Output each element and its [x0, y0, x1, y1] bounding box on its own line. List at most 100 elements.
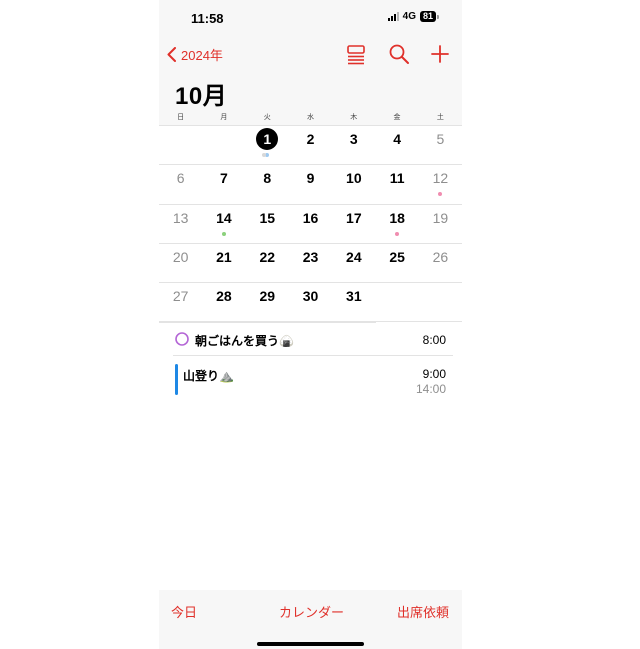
- day-number: 1: [256, 128, 279, 150]
- day-number: 27: [172, 288, 189, 305]
- status-indicators: 4G 81: [387, 11, 439, 22]
- signal-icon: [387, 12, 399, 21]
- add-icon[interactable]: [429, 43, 451, 65]
- month-title: 10月: [175, 83, 228, 110]
- day-number: 12: [432, 170, 449, 187]
- bottom-toolbar: 今日 カレンダー 出席依頼: [159, 590, 462, 649]
- battery-cap: [437, 14, 439, 19]
- reminder-circle-icon[interactable]: [175, 332, 189, 346]
- day-cell[interactable]: 19: [419, 207, 462, 229]
- weekday-label: 月: [220, 114, 228, 121]
- day-number: 21: [216, 248, 232, 265]
- weekday-label: 水: [306, 114, 314, 121]
- weekday-label: 金: [393, 114, 401, 121]
- week-divider: [159, 242, 462, 244]
- day-number: 25: [389, 248, 405, 265]
- day-cell[interactable]: 5: [419, 128, 462, 150]
- day-number: 29: [259, 288, 276, 305]
- day-number: 13: [172, 209, 189, 226]
- home-indicator: [257, 642, 364, 646]
- day-cell[interactable]: 16: [289, 207, 332, 229]
- day-cell[interactable]: 10: [332, 167, 375, 189]
- week-divider: [159, 282, 462, 284]
- day-number: 22: [259, 248, 276, 265]
- day-cell[interactable]: 9: [289, 167, 332, 189]
- day-cell[interactable]: 27: [159, 285, 202, 307]
- day-cell[interactable]: 3: [332, 128, 375, 150]
- day-number: 14: [216, 209, 232, 226]
- day-number: 7: [220, 170, 228, 187]
- day-cell[interactable]: 18: [376, 207, 419, 229]
- status-time: 11:58: [191, 11, 224, 26]
- day-cell[interactable]: 25: [376, 246, 419, 268]
- back-label: 2024年: [181, 48, 223, 63]
- day-cell[interactable]: 13: [159, 207, 202, 229]
- day-number: 19: [432, 209, 449, 226]
- day-number: 16: [302, 209, 319, 226]
- day-cell[interactable]: 8: [246, 167, 289, 189]
- battery-icon: 81: [419, 11, 436, 22]
- day-cell[interactable]: 17: [332, 207, 375, 229]
- day-cell[interactable]: 30: [289, 285, 332, 307]
- event-dot: [395, 231, 400, 236]
- calendar-screen: 11:58 4G 81 2024年 10月 日 月 火 水 木 金 土 12 3…: [159, 0, 462, 649]
- day-number: 2: [306, 131, 315, 147]
- day-cell[interactable]: 22: [246, 246, 289, 268]
- day-cell[interactable]: 20: [159, 246, 202, 268]
- day-cell[interactable]: 11: [376, 167, 419, 189]
- day-number: 23: [302, 248, 319, 265]
- day-cell[interactable]: 6: [159, 167, 202, 189]
- weekday-label: 火: [263, 114, 271, 121]
- day-cell[interactable]: 4: [376, 128, 419, 150]
- day-cell[interactable]: 1: [246, 128, 289, 150]
- day-number: 18: [389, 209, 405, 226]
- event-item[interactable]: 朝ごはんを買う🍙 8:00: [173, 330, 448, 350]
- day-cell[interactable]: 28: [202, 285, 245, 307]
- day-number: 17: [346, 209, 362, 226]
- event-title: 朝ごはんを買う🍙: [195, 334, 294, 348]
- weekday-label: 木: [350, 114, 358, 121]
- week-divider: [159, 203, 462, 205]
- day-number: 8: [263, 170, 272, 187]
- chevron-left-icon: [167, 47, 176, 62]
- day-number: 9: [306, 170, 315, 187]
- event-dot: [438, 192, 443, 197]
- day-cell[interactable]: 7: [202, 167, 245, 189]
- day-cell[interactable]: 14: [202, 207, 245, 229]
- event-start-time: 9:00: [422, 367, 446, 381]
- day-number: 4: [393, 131, 402, 147]
- back-to-year-button[interactable]: 2024年: [167, 45, 223, 64]
- day-cell[interactable]: 24: [332, 246, 375, 268]
- day-number: 30: [302, 288, 319, 305]
- day-cell[interactable]: 21: [202, 246, 245, 268]
- day-number: 28: [216, 288, 232, 305]
- event-title: 山登り⛰️: [183, 369, 234, 383]
- weekday-label: 日: [177, 114, 185, 121]
- week-divider: [159, 164, 462, 166]
- day-cell[interactable]: 31: [332, 285, 375, 307]
- calendars-button[interactable]: カレンダー: [279, 602, 344, 621]
- search-icon[interactable]: [388, 43, 410, 65]
- event-divider: [173, 355, 453, 356]
- network-label: 4G: [402, 11, 416, 22]
- day-cell[interactable]: 12: [419, 167, 462, 189]
- day-number: 5: [436, 131, 445, 147]
- grid-divider: [159, 321, 462, 322]
- day-cell[interactable]: 29: [246, 285, 289, 307]
- day-number: 6: [176, 170, 185, 187]
- day-cell[interactable]: 23: [289, 246, 332, 268]
- list-view-icon[interactable]: [345, 43, 367, 65]
- day-cell[interactable]: 26: [419, 246, 462, 268]
- event-time: 8:00: [422, 333, 446, 347]
- day-cell[interactable]: 15: [246, 207, 289, 229]
- event-color-bar: [175, 364, 178, 395]
- today-button[interactable]: 今日: [171, 602, 197, 621]
- day-number: 20: [172, 248, 189, 265]
- day-number: 11: [389, 170, 405, 187]
- day-number: 15: [259, 209, 276, 226]
- inbox-button[interactable]: 出席依頼: [397, 602, 449, 621]
- day-cell[interactable]: 2: [289, 128, 332, 150]
- day-number: 26: [432, 248, 449, 265]
- event-end-time: 14:00: [415, 382, 446, 396]
- event-item[interactable]: 山登り⛰️ 9:00 14:00: [173, 364, 448, 396]
